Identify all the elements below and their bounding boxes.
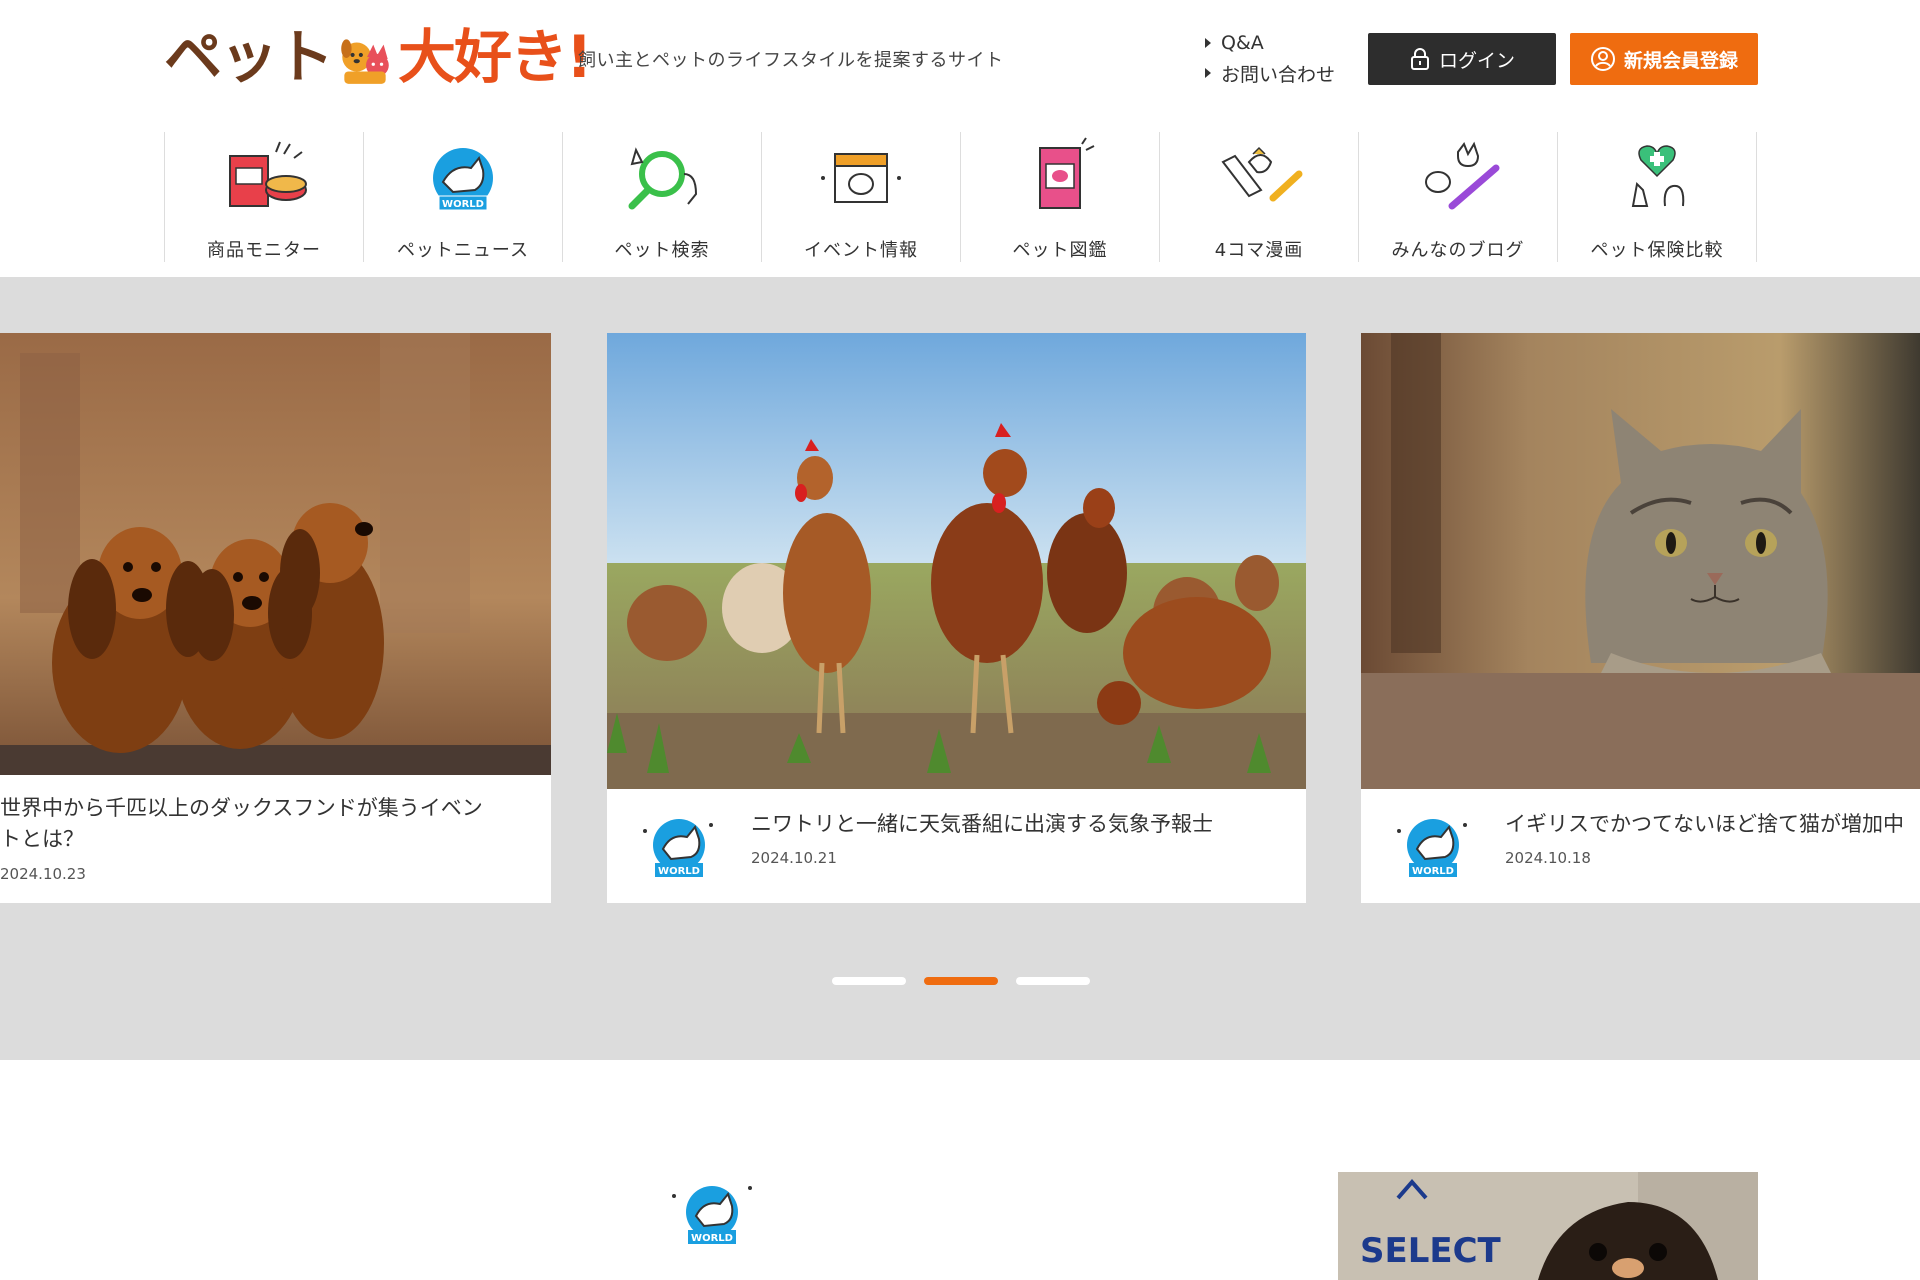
login-button[interactable]: ログイン [1368,33,1556,85]
product-monitor-icon [229,141,307,207]
carousel-pagination [832,977,1090,985]
nav-item-label: ペットニュース [396,240,530,261]
select-balance-ad[interactable]: SELECT [1338,1172,1758,1280]
nav-item-product-monitor[interactable]: 商品モニター [164,132,363,262]
pet-search-icon [628,147,698,210]
caret-right-icon [1205,38,1211,48]
carousel-dot-2[interactable] [924,977,998,985]
dachshund-photo [0,333,551,775]
logo-text-1: ペット [164,23,334,91]
slide-date: 2024.10.18 [1505,849,1591,867]
blog-pen-icon [1425,141,1500,210]
qa-link[interactable]: Q&A [1205,28,1335,58]
nav-item-label: イベント情報 [804,240,918,261]
pet-news-world-icon: WORLD [433,148,493,211]
world-badge-label: WORLD [658,866,700,877]
carousel-dot-1[interactable] [832,977,906,985]
register-button[interactable]: 新規会員登録 [1570,33,1758,85]
slide-title-cont: トとは？ [0,827,84,851]
slide-title: ニワトリと一緒に天気番組に出演する気象予報士 [751,812,1213,836]
cat-photo [1361,333,1920,789]
nav-item-insurance[interactable]: ペット保険比較 [1557,132,1757,262]
slide-meta: WORLD ニワトリと一緒に天気番組に出演する気象予報士 2024.10.21 [607,789,1306,903]
world-news-badge-icon: WORLD [1397,819,1467,877]
event-calendar-icon [821,153,901,203]
nav-item-pet-search[interactable]: ペット検索 [562,132,761,262]
world-news-section-icon: WORLD [672,1186,752,1244]
lock-icon [1410,48,1429,70]
carousel-slide-chickens[interactable]: WORLD ニワトリと一緒に天気番組に出演する気象予報士 2024.10.21 [607,333,1306,903]
slide-meta: WORLD イギリスでかつてないほど捨て猫が増加中 2024.10.18 [1361,789,1920,903]
svg-text:WORLD: WORLD [442,199,484,210]
nav-item-label: ペット図鑑 [1012,240,1108,261]
ad-brand: SELECT [1360,1231,1502,1271]
carousel-slide-dachshunds[interactable]: 世界中から千匹以上のダックスフンドが集うイベン トとは？ 2024.10.23 [0,333,551,903]
top-links: Q&A お問い合わせ [1205,28,1335,88]
nav-item-encyclopedia[interactable]: ペット図鑑 [960,132,1159,262]
nav-item-comic[interactable]: 4コマ漫画 [1159,132,1358,262]
contact-link[interactable]: お問い合わせ [1205,58,1335,88]
nav-item-label: みんなのブログ [1391,240,1525,261]
news-carousel: 世界中から千匹以上のダックスフンドが集うイベン トとは？ 2024.10.23 [0,277,1920,1060]
site-header: ペット 大好き! 飼い主とペットのライフスタイルを提案するサイト Q&A お問い… [0,0,1920,120]
nav-item-blog[interactable]: みんなのブログ [1358,132,1557,262]
nav-item-event[interactable]: イベント情報 [761,132,960,262]
slide-date: 2024.10.23 [0,865,86,883]
nav-item-label: 4コマ漫画 [1214,240,1304,261]
mascot-dog-cat-icon [341,39,389,84]
world-news-badge-icon: WORLD [643,819,713,877]
pet-insurance-icon [1631,145,1685,207]
site-logo[interactable]: ペット 大好き! [164,23,592,91]
slide-meta: 世界中から千匹以上のダックスフンドが集うイベン トとは？ 2024.10.23 [0,775,551,903]
carousel-slide-cat[interactable]: WORLD イギリスでかつてないほど捨て猫が増加中 2024.10.18 [1361,333,1920,903]
world-badge-label: WORLD [691,1233,733,1244]
slide-title: 世界中から千匹以上のダックスフンドが集うイベン [0,796,483,820]
user-circle-icon [1590,47,1615,71]
slide-date: 2024.10.21 [751,849,837,867]
world-badge-label: WORLD [1412,866,1454,877]
chickens-photo [607,333,1306,789]
nav-item-label: ペット保険比較 [1590,240,1724,261]
nav-item-label: 商品モニター [207,240,321,261]
comic-icon [1221,146,1303,202]
caret-right-icon [1205,68,1211,78]
carousel-dot-3[interactable] [1016,977,1090,985]
slide-title: イギリスでかつてないほど捨て猫が増加中 [1505,812,1904,836]
nav-item-label: ペット検索 [614,240,710,261]
category-nav: 商品モニター WORLD ペットニュース ペット検索 イベント情報 ペット図鑑 … [164,132,1758,262]
pet-encyclopedia-icon [1039,137,1095,209]
logo-text-2: 大好き! [398,23,592,91]
site-tagline: 飼い主とペットのライフスタイルを提案するサイト [578,50,1004,71]
nav-item-pet-news[interactable]: WORLD ペットニュース [363,132,562,262]
